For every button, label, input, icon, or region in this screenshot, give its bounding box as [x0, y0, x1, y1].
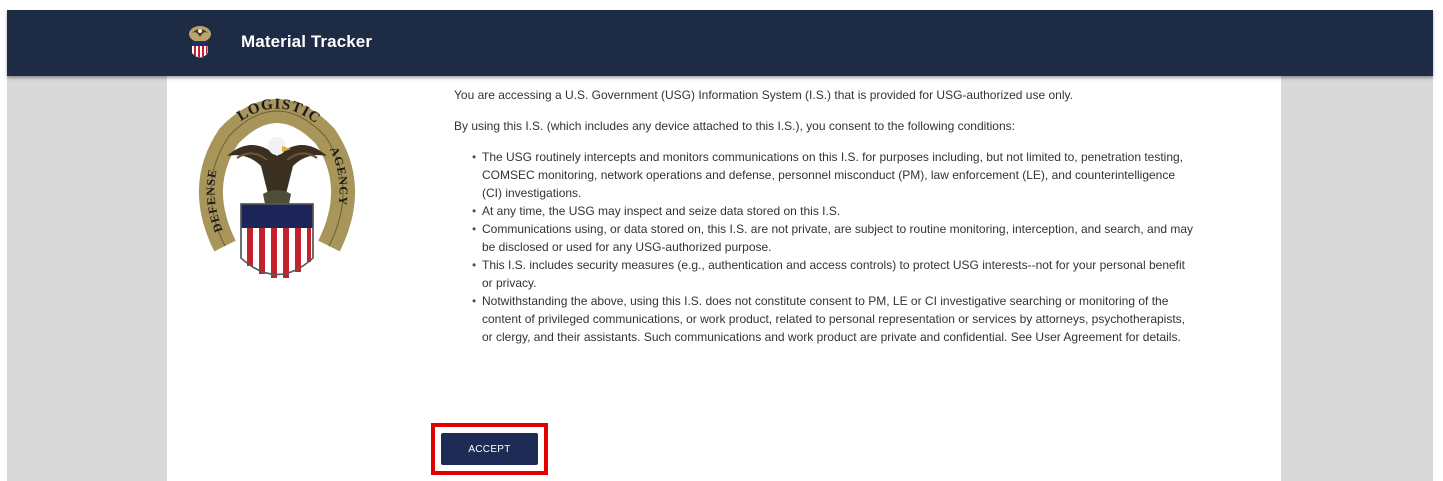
dla-logo-icon: [189, 26, 211, 58]
accept-button[interactable]: ACCEPT: [441, 433, 538, 465]
usg-notice: You are accessing a U.S. Government (USG…: [454, 86, 1194, 346]
condition-item: The USG routinely intercepts and monitor…: [472, 148, 1194, 202]
defense-logistics-agency-seal-icon: LOGISTICS DEFENSE AGENCY: [197, 86, 355, 278]
notice-consent: By using this I.S. (which includes any d…: [454, 119, 1015, 133]
app-title: Material Tracker: [241, 32, 373, 51]
condition-item: At any time, the USG may inspect and sei…: [472, 202, 1194, 220]
page-frame: Material Tracker LOGISTICS DEFENSE AGENC…: [7, 10, 1433, 481]
condition-item: Communications using, or data stored on,…: [472, 220, 1194, 256]
condition-item: Notwithstanding the above, using this I.…: [472, 292, 1194, 346]
conditions-list: The USG routinely intercepts and monitor…: [454, 148, 1194, 346]
banner-content: LOGISTICS DEFENSE AGENCY: [167, 76, 1281, 481]
top-navbar: Material Tracker: [7, 10, 1433, 76]
notice-intro: You are accessing a U.S. Government (USG…: [454, 88, 1073, 102]
accept-button-highlight: ACCEPT: [431, 423, 548, 475]
condition-item: This I.S. includes security measures (e.…: [472, 256, 1194, 292]
